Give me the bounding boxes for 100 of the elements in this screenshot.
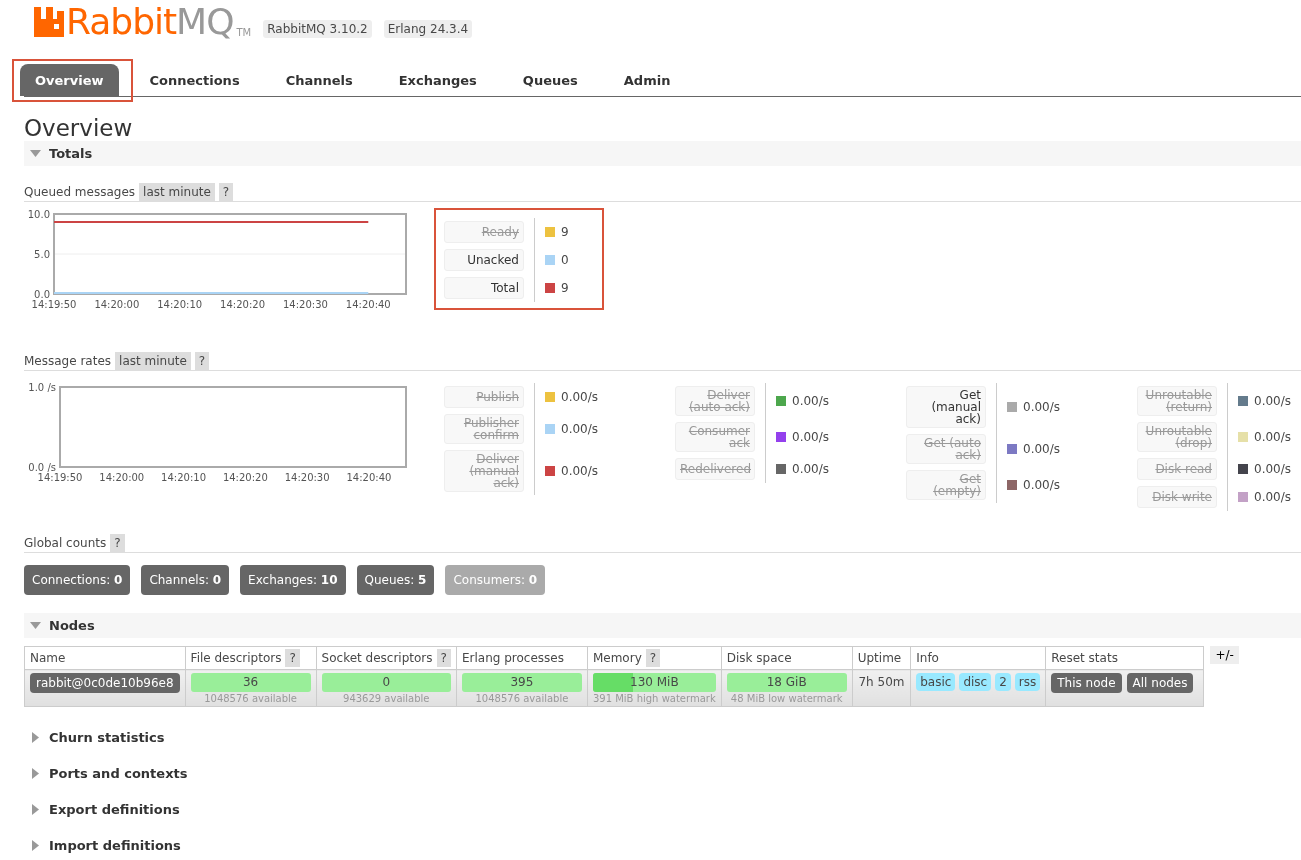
y-tick-label: 10.0 <box>27 209 50 220</box>
section-header[interactable]: Export definitions <box>24 797 1301 821</box>
metric-note: 943629 available <box>342 692 431 705</box>
help-button[interactable]: ? <box>218 182 234 201</box>
x-tick-label: 14:20:00 <box>99 472 145 483</box>
x-tick-label: 14:20:00 <box>94 299 140 310</box>
x-tick-label: 14:20:30 <box>284 472 330 483</box>
y-tick-label: 0.0 <box>34 289 50 300</box>
x-tick-label: 14:20:30 <box>282 299 328 310</box>
metric-bar: 36 <box>190 673 311 692</box>
column-header: Disk space <box>721 646 853 670</box>
logo-icon <box>34 7 64 37</box>
legend-value: 9 <box>561 281 569 295</box>
metric-bar: 130 MiB <box>592 673 716 692</box>
chart-label: Queued messages <box>24 184 136 199</box>
info-tag: rss <box>1014 673 1041 691</box>
legend-value: 0.00/s <box>1023 478 1060 492</box>
nav-tab[interactable]: Channels <box>270 64 368 96</box>
metric-bar: 395 <box>461 673 582 692</box>
legend-toggle[interactable]: Get (manual ack) <box>906 386 986 428</box>
node-name[interactable]: rabbit@0c0de10b96e8 <box>30 673 180 693</box>
count-button[interactable]: Connections: 0 <box>24 565 131 595</box>
legend-value: 0.00/s <box>1023 400 1060 414</box>
nav-tab[interactable]: Queues <box>507 64 593 96</box>
version-label: Erlang 24.3.4 <box>383 20 473 38</box>
help-button[interactable]: ? <box>436 649 451 667</box>
expanded-triangle-icon[interactable] <box>30 620 41 631</box>
help-button[interactable]: ? <box>110 533 125 552</box>
expanded-triangle-icon[interactable] <box>30 148 41 159</box>
legend-value: 0 <box>561 253 569 267</box>
section-header[interactable]: Totals <box>24 141 1301 166</box>
legend-value: 0.00/s <box>561 390 598 404</box>
metric-bar: 18 GiB <box>726 673 847 692</box>
help-button[interactable]: ? <box>194 351 210 370</box>
legend-toggle[interactable]: Total <box>444 277 524 299</box>
y-tick-label: 0.0 /s <box>28 462 56 473</box>
legend-value: 0.00/s <box>792 462 829 476</box>
x-tick-label: 14:20:10 <box>157 299 203 310</box>
x-tick-label: 14:20:10 <box>161 472 207 483</box>
legend-value: 9 <box>561 225 569 239</box>
nav-tab[interactable]: Exchanges <box>383 64 492 96</box>
help-button[interactable]: ? <box>645 649 661 667</box>
info-tag: 2 <box>995 673 1011 691</box>
section-label: Global counts <box>24 535 107 550</box>
legend-value: 0.00/s <box>792 430 829 444</box>
section-header[interactable]: Nodes <box>24 613 1301 638</box>
legend-value: 0.00/s <box>1254 430 1291 444</box>
uptime-value: 7h 50m <box>858 674 905 689</box>
nav-tab[interactable]: Connections <box>134 64 255 96</box>
section-header[interactable]: Ports and contexts <box>24 761 1301 785</box>
metric-note: 391 MiB high watermark <box>592 692 716 705</box>
metric-note: 48 MiB low watermark <box>729 692 844 705</box>
count-button[interactable]: Exchanges: 10 <box>240 565 346 595</box>
range-selector[interactable]: last minute <box>139 182 215 201</box>
trademark-mark: TM <box>236 26 252 40</box>
count-button[interactable]: Channels: 0 <box>141 565 230 595</box>
x-tick-label: 14:19:50 <box>31 299 77 310</box>
range-selector[interactable]: last minute <box>115 351 191 370</box>
collapsed-triangle-icon[interactable] <box>30 767 41 779</box>
legend-toggle[interactable]: Unacked <box>444 249 524 271</box>
column-header: Memory ? <box>587 646 722 670</box>
collapsed-triangle-icon[interactable] <box>30 839 41 851</box>
info-tag: basic <box>916 673 956 691</box>
section-header[interactable]: Churn statistics <box>24 725 1301 749</box>
legend-value: 0.00/s <box>1254 462 1291 476</box>
help-button[interactable]: ? <box>285 649 300 667</box>
column-header: Socket descriptors ? <box>316 646 457 670</box>
legend-value: 0.00/s <box>1254 394 1291 408</box>
page-title: Overview <box>24 115 134 141</box>
reset-button[interactable]: All nodes <box>1126 673 1194 693</box>
chart-label: Message rates <box>24 353 112 368</box>
x-tick-label: 14:20:40 <box>345 299 391 310</box>
logo-text: Rabbit <box>66 4 177 40</box>
x-tick-label: 14:20:20 <box>220 299 266 310</box>
info-tag: disc <box>959 673 992 691</box>
collapsed-triangle-icon[interactable] <box>30 803 41 815</box>
x-tick-label: 14:20:20 <box>222 472 268 483</box>
nav-tab[interactable]: Admin <box>608 64 686 96</box>
x-tick-label: 14:20:40 <box>346 472 392 483</box>
columns-toggle[interactable]: +/- <box>1210 646 1239 664</box>
count-button[interactable]: Queues: 5 <box>356 565 435 595</box>
column-header: Info <box>910 646 1046 670</box>
legend-value: 0.00/s <box>792 394 829 408</box>
legend-value: 0.00/s <box>1254 490 1291 504</box>
column-header: File descriptors ? <box>185 646 317 670</box>
y-tick-label: 5.0 <box>34 249 50 260</box>
metric-note: 1048576 available <box>474 692 570 705</box>
column-header: Name <box>24 646 186 670</box>
legend-value: 0.00/s <box>561 464 598 478</box>
column-header: Reset stats <box>1045 646 1204 670</box>
logo-text: MQ <box>176 4 234 40</box>
y-tick-label: 1.0 /s <box>28 382 56 393</box>
column-header: Uptime <box>852 646 911 670</box>
collapsed-triangle-icon[interactable] <box>30 731 41 743</box>
section-header[interactable]: Import definitions <box>24 833 1301 857</box>
reset-button[interactable]: This node <box>1051 673 1122 693</box>
nav-tab[interactable]: Overview <box>20 64 119 96</box>
metric-note: 1048576 available <box>203 692 299 705</box>
version-label: RabbitMQ 3.10.2 <box>263 20 372 38</box>
legend-value: 0.00/s <box>561 422 598 436</box>
